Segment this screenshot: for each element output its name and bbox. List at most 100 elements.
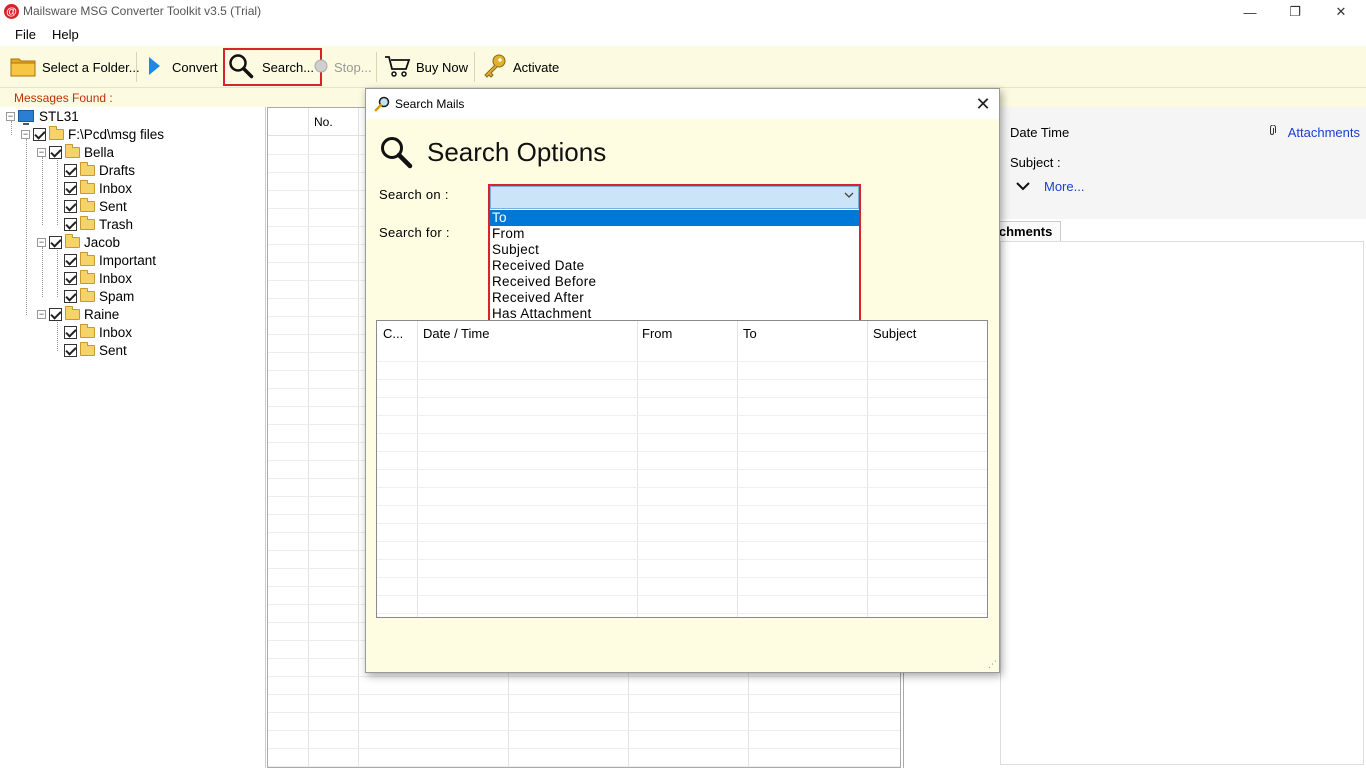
tree-node-bella-drafts[interactable]: Drafts xyxy=(64,161,135,179)
results-row-line xyxy=(377,361,987,362)
tree-node-bella-trash[interactable]: Trash xyxy=(64,215,133,233)
checkbox[interactable] xyxy=(64,217,77,231)
tree-line xyxy=(57,319,58,351)
tree-folder-label: Trash xyxy=(99,216,134,232)
paperclip-icon xyxy=(1268,124,1276,140)
column-header-no[interactable]: No. xyxy=(314,115,333,129)
tree-node-raine-sent[interactable]: Sent xyxy=(64,341,127,359)
option-to[interactable]: To xyxy=(490,210,859,226)
title-bar: @ Mailsware MSG Converter Toolkit v3.5 (… xyxy=(0,0,1366,24)
tree-line xyxy=(57,157,58,225)
tree-node-bella[interactable]: − Bella xyxy=(37,143,114,161)
chevron-down-icon xyxy=(1016,179,1030,194)
search-button[interactable]: Search... xyxy=(223,48,323,86)
checkbox[interactable] xyxy=(64,253,77,267)
tree-node-raine[interactable]: − Raine xyxy=(37,305,119,323)
preview-date-time: Date Time xyxy=(1010,125,1070,140)
checkbox[interactable] xyxy=(49,307,62,321)
collapse-toggle[interactable]: − xyxy=(37,147,46,157)
checkbox[interactable] xyxy=(64,325,77,339)
dialog-title-bar: Search Mails ✕ xyxy=(366,89,999,119)
search-on-dropdown[interactable]: To From Subject Received Date Received B… xyxy=(488,184,861,324)
tree-node-jacob[interactable]: − Jacob xyxy=(37,233,120,251)
search-mails-dialog: Search Mails ✕ Search Options Search on … xyxy=(365,88,1000,673)
results-row-line xyxy=(377,433,987,434)
tree-node-bella-inbox[interactable]: Inbox xyxy=(64,179,132,197)
checkbox[interactable] xyxy=(64,343,77,357)
tree-user-label: Bella xyxy=(84,144,115,160)
tree-line xyxy=(42,157,43,225)
magnifier-icon xyxy=(228,53,256,82)
collapse-toggle[interactable]: − xyxy=(37,237,46,247)
tree-node-jacob-important[interactable]: Important xyxy=(64,251,156,269)
activate-button[interactable]: Activate xyxy=(482,48,559,86)
checkbox[interactable] xyxy=(49,145,62,159)
folder-icon xyxy=(65,233,80,248)
tree-root-stl31[interactable]: − STL31 xyxy=(6,107,79,125)
convert-label: Convert xyxy=(172,59,218,75)
tree-line xyxy=(42,247,43,297)
column-header-to[interactable]: To xyxy=(743,326,757,341)
checkbox[interactable] xyxy=(64,163,77,177)
stop-circle-icon xyxy=(314,59,328,76)
grid-row-line xyxy=(268,712,900,713)
folder-icon xyxy=(80,179,95,194)
messages-found-label: Messages Found : xyxy=(14,91,113,105)
tree-user-label: Raine xyxy=(84,306,120,322)
buy-now-label: Buy Now xyxy=(416,59,469,75)
checkbox[interactable] xyxy=(64,199,77,213)
checkbox[interactable] xyxy=(64,181,77,195)
more-link[interactable]: More... xyxy=(1016,179,1084,194)
results-row-line xyxy=(377,487,987,488)
resize-grip-icon[interactable]: ⋰ xyxy=(988,659,997,670)
tree-node-raine-inbox[interactable]: Inbox xyxy=(64,323,132,341)
collapse-toggle[interactable]: − xyxy=(21,129,30,139)
tree-folder-label: Spam xyxy=(99,288,135,304)
attachments-link[interactable]: Attachments xyxy=(1268,124,1360,140)
checkbox[interactable] xyxy=(49,235,62,249)
option-received-after[interactable]: Received After xyxy=(490,290,859,306)
search-on-options: To From Subject Received Date Received B… xyxy=(490,210,859,322)
menu-bar: File Help xyxy=(0,24,1366,46)
menu-file[interactable]: File xyxy=(15,27,36,42)
select-folder-button[interactable]: Select a Folder... xyxy=(10,48,140,86)
folder-icon xyxy=(80,251,95,266)
chevron-down-icon[interactable] xyxy=(844,191,854,202)
checkbox[interactable] xyxy=(33,127,46,141)
column-header-subject[interactable]: Subject xyxy=(873,326,916,341)
search-results-table[interactable]: C... Date / Time From To Subject xyxy=(376,320,988,618)
tree-node-msg-files[interactable]: − F:\Pcd\msg files xyxy=(21,125,164,143)
option-received-before[interactable]: Received Before xyxy=(490,274,859,290)
toolbar-separator xyxy=(376,52,377,82)
dialog-close-button[interactable]: ✕ xyxy=(972,93,994,115)
column-header-c[interactable]: C... xyxy=(383,326,403,341)
collapse-toggle[interactable]: − xyxy=(37,309,46,319)
tree-node-jacob-inbox[interactable]: Inbox xyxy=(64,269,132,287)
results-row-line xyxy=(377,505,987,506)
grid-row-line xyxy=(268,766,900,767)
maximize-button[interactable]: ❐ xyxy=(1272,0,1318,24)
checkbox[interactable] xyxy=(64,271,77,285)
stop-button[interactable]: Stop... xyxy=(314,48,372,86)
column-header-from[interactable]: From xyxy=(642,326,672,341)
option-received-date[interactable]: Received Date xyxy=(490,258,859,274)
convert-button[interactable]: Convert xyxy=(146,48,218,86)
column-header-date-time[interactable]: Date / Time xyxy=(423,326,489,341)
tree-folder-label: Inbox xyxy=(99,270,133,286)
preview-body xyxy=(1000,241,1364,765)
buy-now-button[interactable]: Buy Now xyxy=(384,48,468,86)
menu-help[interactable]: Help xyxy=(52,27,79,42)
collapse-toggle[interactable]: − xyxy=(6,111,15,121)
search-on-select[interactable] xyxy=(490,186,859,209)
tree-node-jacob-spam[interactable]: Spam xyxy=(64,287,134,305)
tree-path-label: F:\Pcd\msg files xyxy=(68,126,165,142)
close-window-button[interactable]: ✕ xyxy=(1318,0,1364,24)
search-label: Search... xyxy=(262,59,315,75)
results-row-line xyxy=(377,559,987,560)
checkbox[interactable] xyxy=(64,289,77,303)
tree-node-bella-sent[interactable]: Sent xyxy=(64,197,127,215)
minimize-button[interactable]: — xyxy=(1227,0,1273,24)
option-from[interactable]: From xyxy=(490,226,859,242)
option-subject[interactable]: Subject xyxy=(490,242,859,258)
tree-folder-label: Inbox xyxy=(99,324,133,340)
